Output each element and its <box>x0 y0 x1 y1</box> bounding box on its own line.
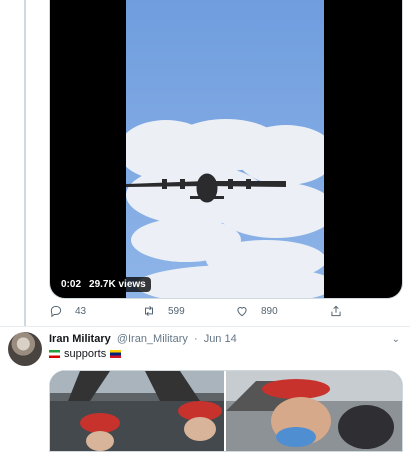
retweet-icon <box>145 305 153 317</box>
tweet-date[interactable]: Jun 14 <box>204 333 237 345</box>
like-button[interactable]: 890 <box>235 304 278 318</box>
user-handle[interactable]: @Iran_Military <box>117 333 188 345</box>
header-separator: · <box>193 333 198 345</box>
photo-grid <box>49 370 403 452</box>
video-views: 29.7K views <box>89 279 146 290</box>
tweet-text: supports <box>49 348 122 360</box>
photo-cockpit-2-image <box>226 371 402 451</box>
chevron-down-icon[interactable]: ⌄ <box>392 334 400 345</box>
video-badge: 0:02 29.7K views <box>56 277 151 292</box>
display-name[interactable]: Iran Military <box>49 333 111 345</box>
video-frame <box>126 0 324 298</box>
venezuela-flag-icon <box>110 350 122 358</box>
share-button[interactable] <box>329 304 343 318</box>
tweet-text-word: supports <box>64 348 107 360</box>
thread-line <box>24 0 26 326</box>
avatar[interactable] <box>8 332 42 366</box>
photo-cockpit-1[interactable] <box>50 371 224 451</box>
tweet-actions: 43 599 890 <box>49 304 401 322</box>
reply-count: 43 <box>75 305 87 317</box>
iran-flag-icon <box>49 350 60 358</box>
retweet-count: 599 <box>168 305 185 317</box>
tweet-header: Iran Military @Iran_Military · Jun 14 <box>49 333 237 345</box>
photo-cockpit-2[interactable] <box>226 371 402 451</box>
reply-button[interactable]: 43 <box>49 304 86 318</box>
video-player[interactable]: 0:02 29.7K views <box>49 0 403 299</box>
reply-icon <box>50 305 62 318</box>
video-duration: 0:02 <box>61 279 82 290</box>
tweet-divider <box>0 326 410 327</box>
photo-cockpit-1-image <box>50 371 224 451</box>
like-count: 890 <box>261 305 278 317</box>
share-icon <box>331 305 341 317</box>
retweet-button[interactable]: 599 <box>142 304 185 318</box>
heart-icon <box>237 307 247 317</box>
